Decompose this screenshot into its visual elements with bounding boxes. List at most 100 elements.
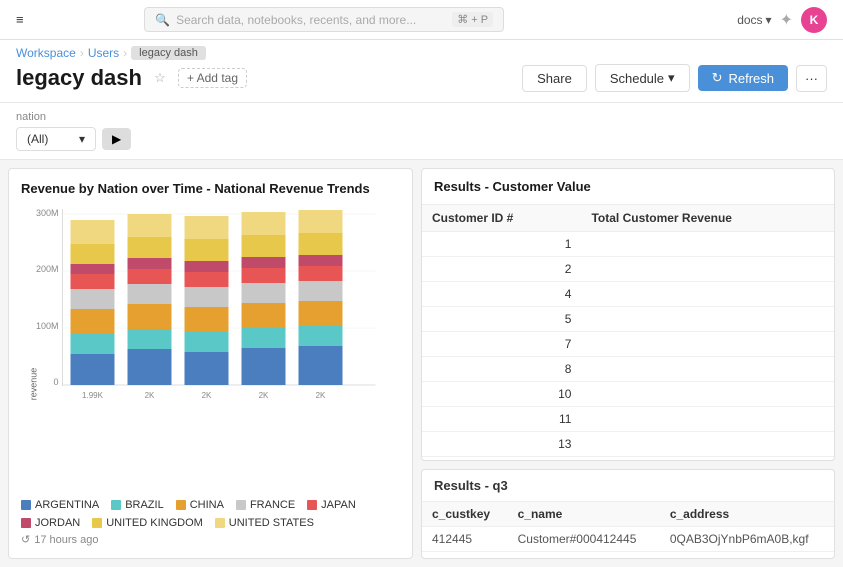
svg-text:revenue: revenue bbox=[29, 368, 39, 401]
customer-id: 11 bbox=[422, 407, 581, 432]
wand-icon[interactable]: ✦ bbox=[780, 10, 793, 30]
chart-area: 300M 200M 100M 0 bbox=[21, 204, 400, 493]
refresh-icon: ↻ bbox=[712, 70, 723, 86]
customer-id: 1 bbox=[422, 232, 581, 257]
chart-legend: ARGENTINA BRAZIL CHINA FRANCE JAPAN JORD… bbox=[21, 499, 400, 529]
table-row: 10 bbox=[422, 382, 834, 407]
customer-id: 8 bbox=[422, 357, 581, 382]
col-caddress: c_address bbox=[660, 502, 834, 527]
customer-revenue bbox=[581, 232, 834, 257]
col-custkey: c_custkey bbox=[422, 502, 508, 527]
legend-item-china: CHINA bbox=[176, 499, 224, 511]
chart-svg: 300M 200M 100M 0 bbox=[21, 204, 400, 404]
customer-id: 10 bbox=[422, 382, 581, 407]
svg-text:1.99K: 1.99K bbox=[82, 391, 104, 400]
results-q3-table[interactable]: c_custkey c_name c_address 412445Custome… bbox=[422, 502, 834, 558]
caddress: 0QAB3OjYnbP6mA0B,kgf bbox=[660, 527, 834, 552]
results-customer-table[interactable]: Customer ID # Total Customer Revenue 124… bbox=[422, 205, 834, 460]
table-row: 5 bbox=[422, 307, 834, 332]
more-button[interactable]: ··· bbox=[796, 65, 827, 92]
top-nav: ≡ 🔍 Search data, notebooks, recents, and… bbox=[0, 0, 843, 40]
chevron-down-icon: ▾ bbox=[668, 70, 675, 86]
filter-label: nation bbox=[16, 111, 827, 123]
nav-right: docs ▾ ✦ K bbox=[737, 7, 827, 33]
legend-item-us: UNITED STATES bbox=[215, 517, 314, 529]
results-q3-panel: Results - q3 c_custkey c_name c_address … bbox=[421, 469, 835, 559]
avatar[interactable]: K bbox=[801, 7, 827, 33]
table-row: 8 bbox=[422, 357, 834, 382]
results-q3-header: Results - q3 bbox=[422, 470, 834, 502]
table-row: 2 bbox=[422, 257, 834, 282]
breadcrumb-workspace[interactable]: Workspace bbox=[16, 46, 76, 60]
search-placeholder: Search data, notebooks, recents, and mor… bbox=[176, 13, 416, 27]
search-icon: 🔍 bbox=[155, 13, 170, 27]
svg-text:300M: 300M bbox=[36, 208, 59, 218]
refresh-button[interactable]: ↻ Refresh bbox=[698, 65, 788, 91]
table-row: 4 bbox=[422, 282, 834, 307]
filter-apply-button[interactable]: ▶ bbox=[102, 128, 131, 150]
breadcrumb-users[interactable]: Users bbox=[88, 46, 119, 60]
customer-id: 2 bbox=[422, 257, 581, 282]
customer-revenue bbox=[581, 257, 834, 282]
table-row: 412445Customer#0004124450QAB3OjYnbP6mA0B… bbox=[422, 527, 834, 552]
customer-revenue bbox=[581, 382, 834, 407]
cname: Customer#000412445 bbox=[508, 527, 660, 552]
customer-id: 4 bbox=[422, 282, 581, 307]
svg-text:2K: 2K bbox=[316, 391, 326, 400]
customer-revenue bbox=[581, 357, 834, 382]
filter-bar: nation (All) ▾ ▶ bbox=[0, 103, 843, 160]
chart-title: Revenue by Nation over Time - National R… bbox=[21, 181, 400, 196]
customer-revenue bbox=[581, 432, 834, 457]
svg-text:2K: 2K bbox=[259, 391, 269, 400]
legend-item-argentina: ARGENTINA bbox=[21, 499, 99, 511]
share-button[interactable]: Share bbox=[522, 65, 587, 92]
legend-label: BRAZIL bbox=[125, 499, 164, 511]
svg-text:2K: 2K bbox=[145, 391, 155, 400]
customer-revenue bbox=[581, 457, 834, 461]
schedule-button[interactable]: Schedule ▾ bbox=[595, 64, 690, 92]
legend-item-uk: UNITED KINGDOM bbox=[92, 517, 203, 529]
docs-button[interactable]: docs ▾ bbox=[737, 13, 771, 27]
legend-label: CHINA bbox=[190, 499, 224, 511]
results-customer-panel: Results - Customer Value Customer ID # T… bbox=[421, 168, 835, 461]
svg-text:200M: 200M bbox=[36, 264, 59, 274]
main-content: Revenue by Nation over Time - National R… bbox=[0, 160, 843, 567]
chart-panel: Revenue by Nation over Time - National R… bbox=[8, 168, 413, 559]
customer-id: 7 bbox=[422, 332, 581, 357]
star-icon[interactable]: ☆ bbox=[150, 68, 170, 88]
legend-item-japan: JAPAN bbox=[307, 499, 356, 511]
chart-timestamp: ↺ 17 hours ago bbox=[21, 533, 400, 546]
legend-item-brazil: BRAZIL bbox=[111, 499, 164, 511]
legend-label: UNITED STATES bbox=[229, 517, 314, 529]
table-row: 11 bbox=[422, 407, 834, 432]
add-tag-button[interactable]: + Add tag bbox=[178, 68, 247, 88]
docs-label: docs bbox=[737, 13, 762, 27]
customer-revenue bbox=[581, 282, 834, 307]
table-row: 13 bbox=[422, 432, 834, 457]
breadcrumb: Workspace › Users › legacy dash bbox=[0, 40, 843, 60]
legend-label: ARGENTINA bbox=[35, 499, 99, 511]
breadcrumb-current: legacy dash bbox=[131, 46, 206, 60]
svg-text:2K: 2K bbox=[202, 391, 212, 400]
svg-text:0: 0 bbox=[53, 377, 58, 387]
header-left: legacy dash ☆ + Add tag bbox=[16, 65, 247, 91]
legend-item-jordan: JORDAN bbox=[21, 517, 80, 529]
legend-item-france: FRANCE bbox=[236, 499, 295, 511]
refresh-icon-small: ↺ bbox=[21, 533, 30, 546]
col-total-revenue: Total Customer Revenue bbox=[581, 205, 834, 232]
legend-label: JORDAN bbox=[35, 517, 80, 529]
header-right: Share Schedule ▾ ↻ Refresh ··· bbox=[522, 64, 827, 92]
custkey: 412445 bbox=[422, 527, 508, 552]
chevron-down-icon: ▾ bbox=[766, 13, 772, 27]
customer-revenue bbox=[581, 332, 834, 357]
legend-label: FRANCE bbox=[250, 499, 295, 511]
legend-label: UNITED KINGDOM bbox=[106, 517, 203, 529]
page-header: legacy dash ☆ + Add tag Share Schedule ▾… bbox=[0, 60, 843, 103]
search-shortcut: ⌘ + P bbox=[452, 12, 493, 27]
customer-id: 13 bbox=[422, 432, 581, 457]
search-bar[interactable]: 🔍 Search data, notebooks, recents, and m… bbox=[144, 7, 504, 32]
select-value: (All) bbox=[27, 132, 48, 146]
nation-select[interactable]: (All) ▾ bbox=[16, 127, 96, 151]
svg-text:100M: 100M bbox=[36, 321, 59, 331]
results-customer-header: Results - Customer Value bbox=[422, 169, 834, 205]
